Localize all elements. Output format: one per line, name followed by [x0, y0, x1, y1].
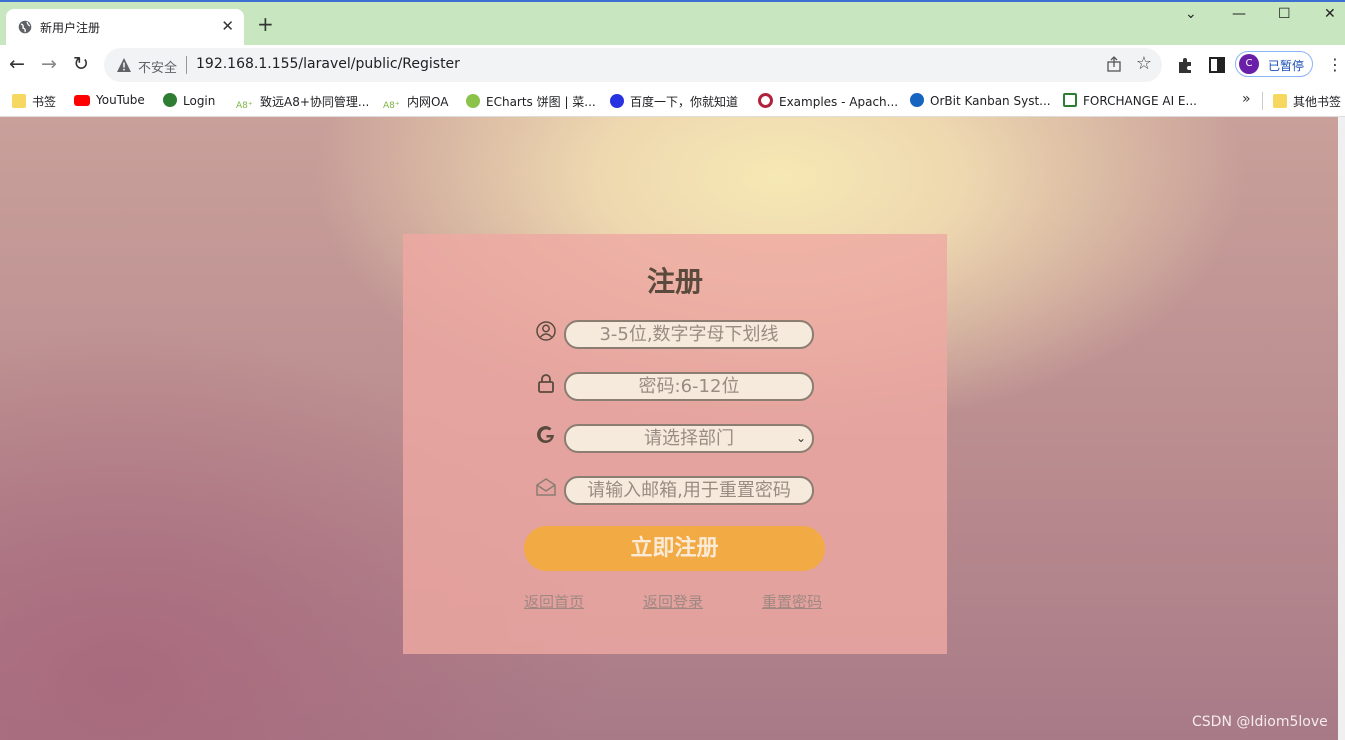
- reload-button[interactable]: ↻: [73, 54, 89, 74]
- login-link[interactable]: 返回登录: [643, 591, 703, 612]
- url-text[interactable]: 192.168.1.155/laravel/public/Register: [196, 56, 460, 72]
- page-title: 注册: [646, 265, 703, 298]
- department-row: 请选择部门 ⌄: [535, 424, 815, 454]
- bookmark-item[interactable]: FORCHANGE AI E...: [1063, 93, 1197, 108]
- divider: [1262, 92, 1263, 110]
- email-row: 请输入邮箱,用于重置密码: [535, 476, 815, 506]
- lock-icon: [538, 374, 554, 393]
- chevron-down-icon: ⌄: [795, 431, 806, 445]
- bookmark-label: Login: [183, 94, 216, 108]
- password-input[interactable]: 密码:6-12位: [564, 372, 814, 401]
- menu-icon[interactable]: ⋮: [1327, 55, 1343, 74]
- profile-button[interactable]: C 已暂停: [1235, 51, 1313, 77]
- bookmark-label: 致远A8+协同管理...: [260, 95, 370, 109]
- register-button[interactable]: 立即注册: [524, 526, 825, 571]
- share-icon[interactable]: [1106, 56, 1122, 72]
- bookmark-label: 百度一下，你就知道: [630, 95, 739, 109]
- tab-search-icon[interactable]: ⌄: [1185, 6, 1197, 22]
- a8-icon: A8⁺: [236, 101, 253, 111]
- close-window-button[interactable]: ✕: [1324, 6, 1336, 22]
- orbit-icon: [910, 93, 924, 107]
- username-input[interactable]: 3-5位,数字字母下划线: [564, 320, 814, 349]
- password-row: 密码:6-12位: [535, 372, 815, 402]
- insecure-label: 不安全: [138, 61, 178, 76]
- folder-icon: [12, 94, 26, 108]
- apache-icon: [758, 93, 773, 108]
- globe-icon: [163, 93, 177, 107]
- avatar: C: [1239, 54, 1259, 74]
- department-select-value: 请选择部门: [644, 428, 734, 449]
- a8-icon: A8⁺: [383, 101, 400, 111]
- close-tab-icon[interactable]: ✕: [221, 17, 234, 35]
- forward-button[interactable]: →: [41, 54, 57, 74]
- more-bookmarks-icon[interactable]: »: [1242, 91, 1251, 107]
- bookmark-item[interactable]: ECharts 饼图 | 菜...: [466, 93, 596, 110]
- echarts-icon: [466, 94, 480, 108]
- register-card: 注册 3-5位,数字字母下划线 密码:6-12位 请选择部门 ⌄ 请输入邮箱,用…: [403, 234, 947, 654]
- bookmark-item[interactable]: 百度一下，你就知道: [610, 93, 738, 110]
- baidu-icon: [610, 94, 624, 108]
- bookmark-label: YouTube: [96, 93, 145, 107]
- back-button[interactable]: ←: [9, 54, 25, 74]
- bookmark-item[interactable]: OrBit Kanban Syst...: [910, 93, 1051, 108]
- address-bar[interactable]: 不安全 192.168.1.155/laravel/public/Registe…: [104, 48, 1162, 82]
- youtube-icon: [74, 95, 90, 106]
- bookmark-star-icon[interactable]: ☆: [1136, 53, 1152, 74]
- browser-tab[interactable]: 新用户注册 ✕: [6, 9, 244, 45]
- side-panel-icon[interactable]: [1208, 56, 1226, 74]
- bookmark-item[interactable]: A8⁺ 内网OA: [383, 93, 448, 115]
- profile-status: 已暂停: [1268, 59, 1305, 73]
- envelope-icon: [536, 478, 556, 496]
- new-tab-button[interactable]: +: [257, 14, 274, 34]
- minimize-button[interactable]: —: [1232, 6, 1246, 22]
- folder-icon: [1273, 94, 1287, 108]
- user-icon: [536, 321, 556, 341]
- email-input[interactable]: 请输入邮箱,用于重置密码: [564, 476, 814, 505]
- watermark: CSDN @Idiom5love: [1192, 714, 1328, 730]
- google-icon: [537, 426, 554, 444]
- tab-strip: 新用户注册 ✕ + ⌄ — ☐ ✕: [0, 0, 1345, 45]
- maximize-button[interactable]: ☐: [1278, 6, 1291, 22]
- warning-icon: [117, 58, 131, 72]
- bookmark-label: FORCHANGE AI E...: [1083, 94, 1197, 108]
- bookmark-item[interactable]: YouTube: [74, 93, 145, 107]
- reset-password-link[interactable]: 重置密码: [762, 591, 822, 612]
- department-select[interactable]: 请选择部门 ⌄: [564, 424, 814, 453]
- globe-icon: [18, 20, 32, 34]
- browser-toolbar: ← → ↻ 不安全 192.168.1.155/laravel/public/R…: [0, 45, 1345, 85]
- window-border: [0, 0, 1345, 2]
- other-bookmarks[interactable]: 其他书签: [1273, 93, 1341, 110]
- bookmarks-bar: 书签 YouTube Login A8⁺ 致远A8+协同管理... A8⁺ 内网OA…: [0, 85, 1345, 117]
- username-row: 3-5位,数字字母下划线: [535, 320, 815, 350]
- bookmark-label: 内网OA: [407, 95, 449, 109]
- bookmark-item[interactable]: A8⁺ 致远A8+协同管理...: [236, 93, 369, 115]
- home-link[interactable]: 返回首页: [524, 591, 584, 612]
- divider: [186, 56, 187, 74]
- bookmark-label: 书签: [32, 95, 57, 109]
- bookmark-label: OrBit Kanban Syst...: [930, 94, 1051, 108]
- bookmark-label: Examples - Apach...: [779, 95, 899, 109]
- page-background: 注册 3-5位,数字字母下划线 密码:6-12位 请选择部门 ⌄ 请输入邮箱,用…: [0, 117, 1338, 740]
- bookmark-label: 其他书签: [1293, 95, 1342, 109]
- bookmark-item[interactable]: Examples - Apach...: [758, 93, 898, 109]
- extensions-icon[interactable]: [1176, 56, 1194, 74]
- tab-title: 新用户注册: [40, 21, 101, 35]
- forchange-icon: [1063, 93, 1077, 107]
- bookmark-item[interactable]: Login: [163, 93, 215, 108]
- bookmark-label: ECharts 饼图 | 菜...: [486, 95, 596, 109]
- bookmark-item[interactable]: 书签: [12, 93, 56, 110]
- scrollbar[interactable]: [1338, 117, 1345, 740]
